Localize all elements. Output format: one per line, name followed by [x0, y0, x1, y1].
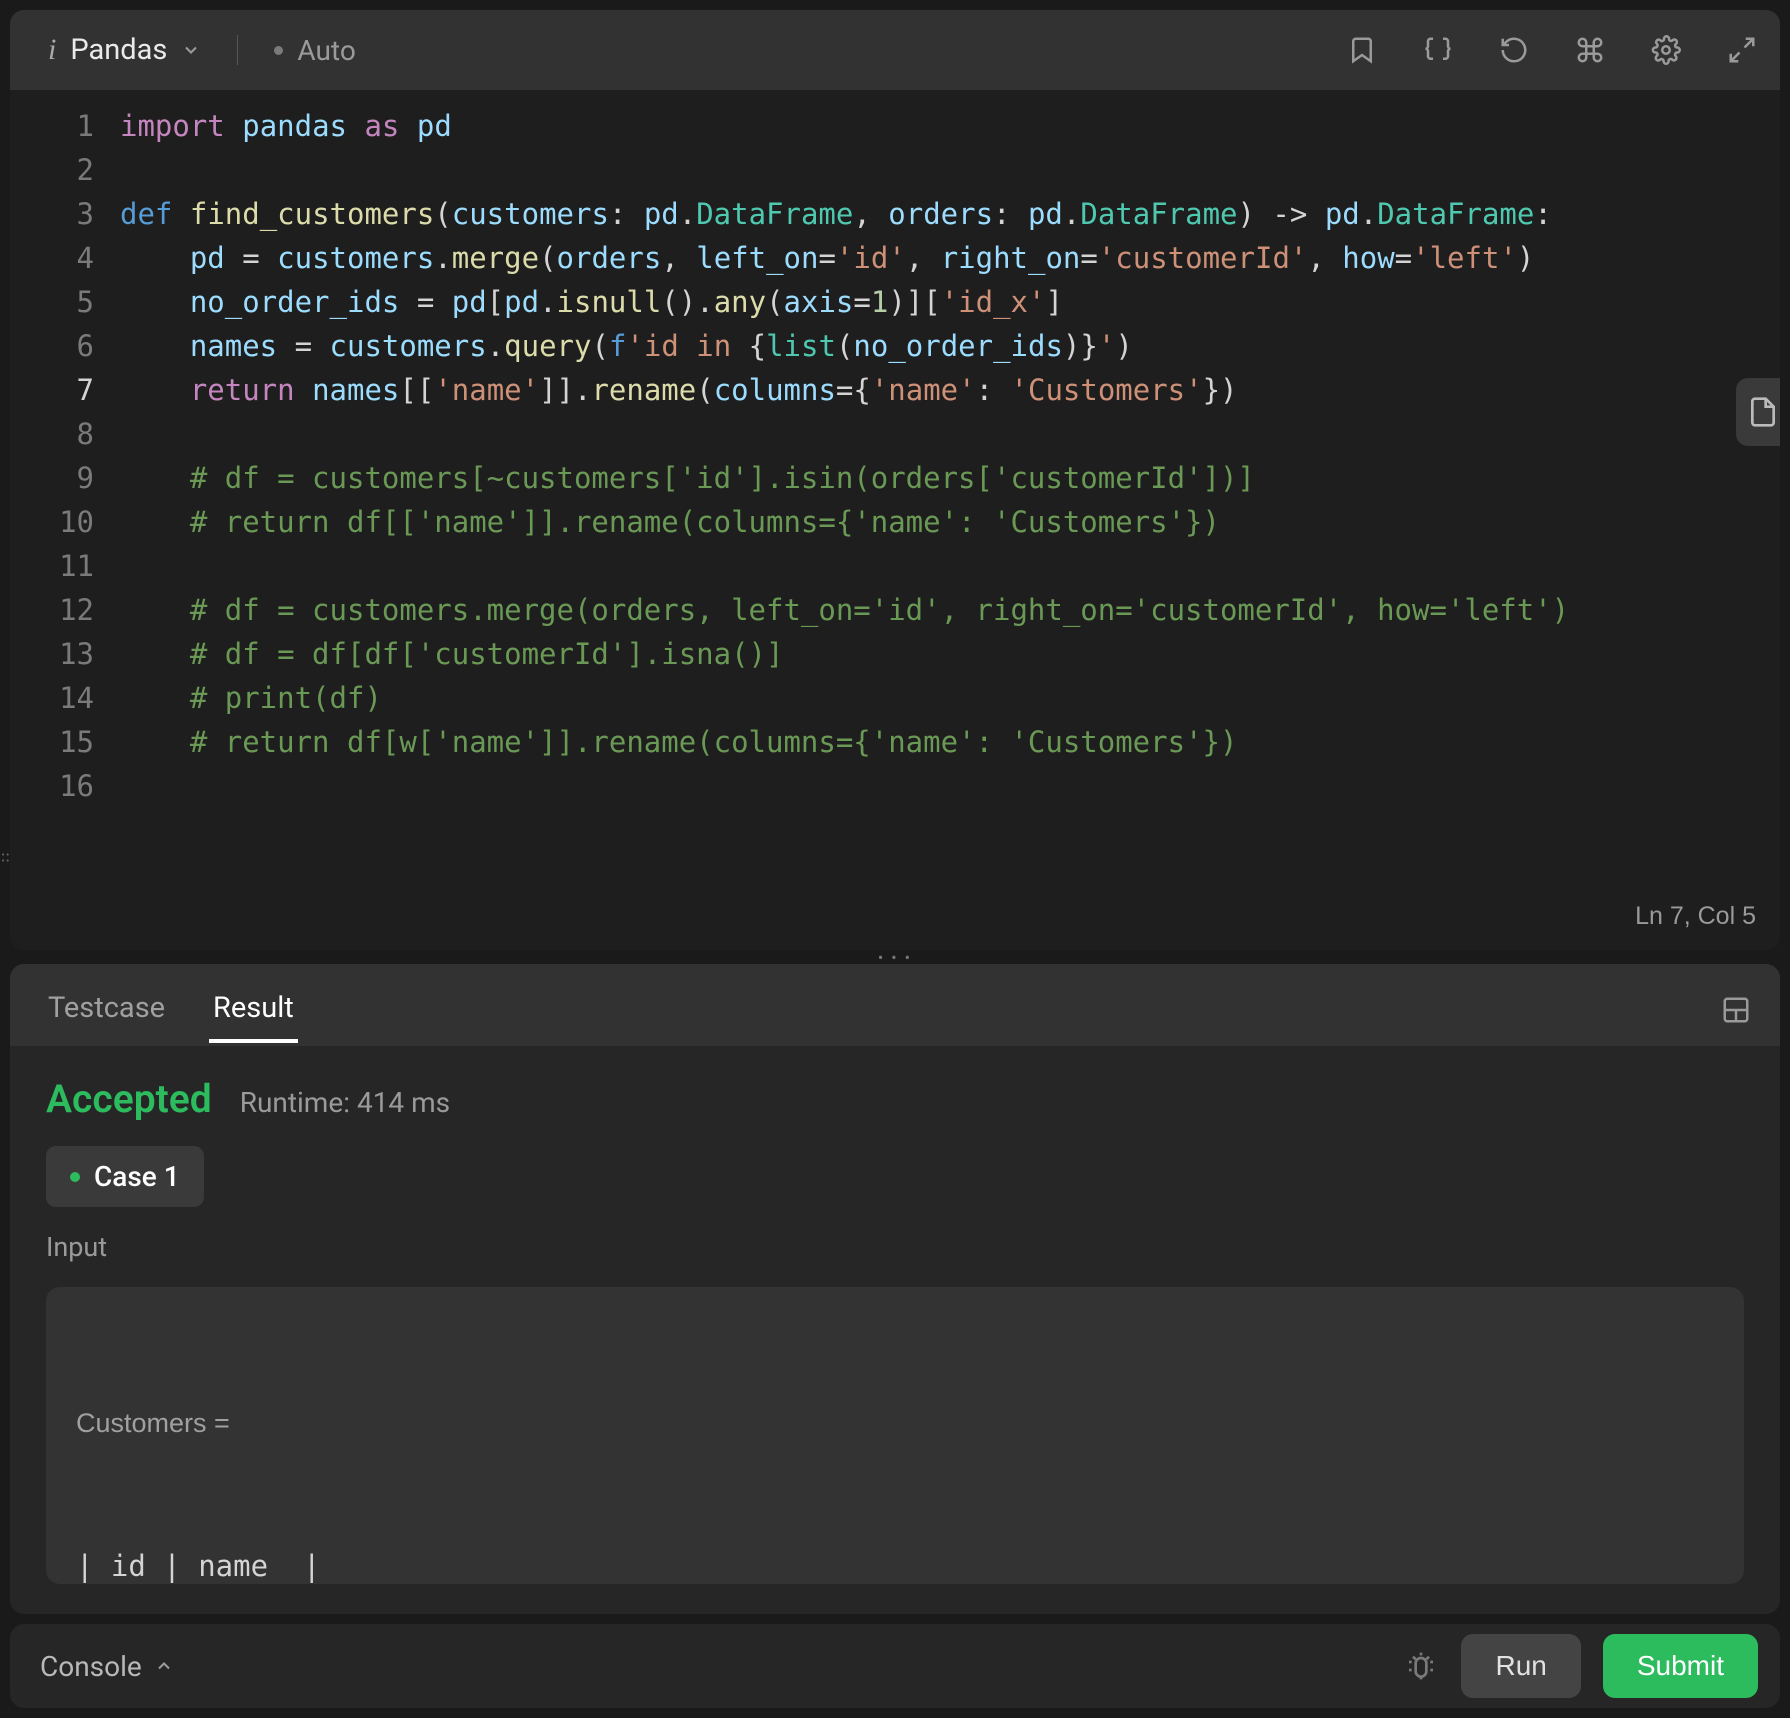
input-header: Customers = [76, 1401, 1714, 1446]
language-selector[interactable]: i Pandas [48, 33, 201, 67]
tab-testcase[interactable]: Testcase [44, 977, 169, 1043]
bookmark-icon[interactable] [1344, 32, 1380, 68]
autosave-indicator[interactable]: Auto [274, 34, 355, 67]
layout-icon[interactable] [1718, 992, 1754, 1028]
autosave-label: Auto [297, 34, 355, 67]
input-table-text: | id | name | | -- | ----- | | 1 | Joe |… [76, 1544, 1714, 1584]
code-editor[interactable]: 12345678910111213141516 import pandas as… [10, 90, 1780, 950]
console-toggle[interactable]: Console [40, 1650, 174, 1683]
runtime-text: Runtime: 414 ms [240, 1086, 450, 1119]
console-label: Console [40, 1650, 142, 1683]
case-label: Case 1 [94, 1160, 180, 1193]
status-row: Accepted Runtime: 414 ms [46, 1076, 1744, 1122]
panel-resizer[interactable]: • • • [10, 950, 1780, 964]
code-content[interactable]: import pandas as pd def find_customers(c… [120, 90, 1780, 950]
debug-icon[interactable] [1403, 1648, 1439, 1684]
chevron-up-icon [154, 1656, 174, 1676]
editor-toolbar: i Pandas Auto [10, 10, 1780, 90]
editor-panel: i Pandas Auto [10, 10, 1780, 950]
run-button[interactable]: Run [1461, 1634, 1580, 1698]
divider [237, 35, 238, 65]
panel-drag-handle[interactable]: ······ [0, 853, 10, 865]
submit-button[interactable]: Submit [1603, 1634, 1758, 1698]
chevron-down-icon [181, 40, 201, 60]
language-name: Pandas [70, 33, 167, 67]
format-code-icon[interactable] [1420, 32, 1456, 68]
cursor-position: Ln 7, Col 5 [1635, 894, 1756, 938]
case-status-dot-icon [70, 1172, 80, 1182]
status-dot-icon [274, 46, 283, 55]
language-icon: i [48, 33, 56, 67]
tabs-bar: Testcase Result [10, 964, 1780, 1046]
settings-icon[interactable] [1648, 32, 1684, 68]
tab-result[interactable]: Result [209, 977, 298, 1043]
input-section-label: Input [46, 1231, 1744, 1263]
reset-icon[interactable] [1496, 32, 1532, 68]
case-chip[interactable]: Case 1 [46, 1146, 204, 1207]
input-block: Customers = | id | name | | -- | ----- |… [46, 1287, 1744, 1584]
footer-bar: Console Run Submit [10, 1624, 1780, 1708]
fullscreen-icon[interactable] [1724, 32, 1760, 68]
line-number-gutter: 12345678910111213141516 [10, 90, 120, 950]
result-panel: Testcase Result Accepted Runtime: 414 ms… [10, 964, 1780, 1614]
status-badge: Accepted [46, 1076, 212, 1122]
keyboard-shortcuts-icon[interactable] [1572, 32, 1608, 68]
copy-code-button[interactable] [1736, 378, 1780, 446]
